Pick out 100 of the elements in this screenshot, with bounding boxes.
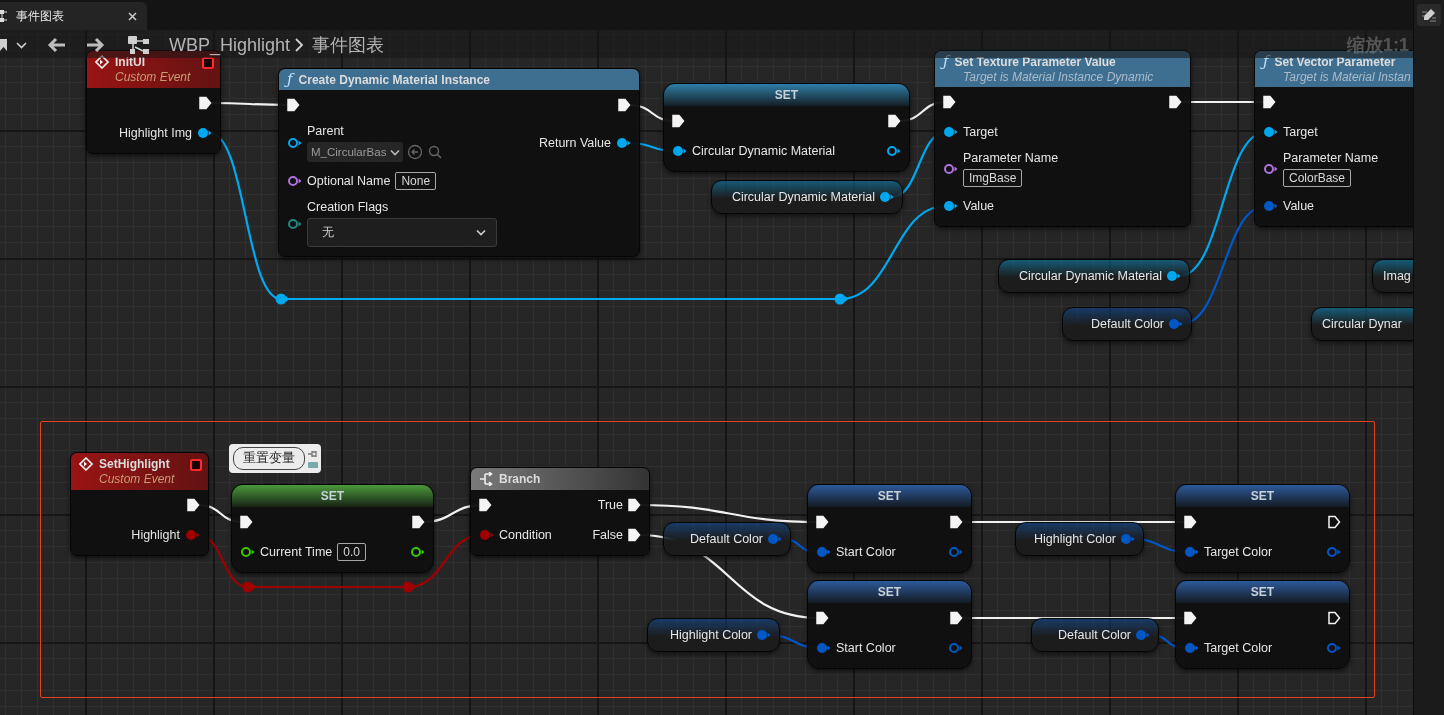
set-node[interactable]: SET Target Color bbox=[1175, 580, 1350, 669]
delegate-pin[interactable] bbox=[190, 459, 202, 471]
caret-icon[interactable] bbox=[16, 41, 27, 49]
set-node[interactable]: SET Start Color bbox=[807, 580, 972, 669]
variable-node[interactable]: Default Color bbox=[1062, 307, 1192, 341]
delegate-pin[interactable] bbox=[202, 57, 214, 69]
exec-pin[interactable] bbox=[816, 515, 829, 529]
exec-pin[interactable] bbox=[950, 515, 963, 529]
variable-node[interactable]: Circular Dynamic Material bbox=[998, 259, 1190, 293]
function-node[interactable]: ƒ Create Dynamic Material Instance Parent M_CircularBas Return Value Optional Name None Creation Flags 无 bbox=[278, 68, 640, 257]
variable-node[interactable]: Imag bbox=[1372, 259, 1413, 293]
exec-pin[interactable] bbox=[628, 498, 641, 512]
breadcrumb-current: 事件图表 bbox=[312, 34, 385, 57]
comment-bubble[interactable]: 重置变量 bbox=[229, 444, 321, 473]
pin-label: Parameter Name bbox=[1283, 151, 1379, 165]
node-title: SET bbox=[877, 585, 902, 599]
exec-pin[interactable] bbox=[672, 114, 685, 128]
exec-pin[interactable] bbox=[479, 498, 492, 512]
data-pin[interactable] bbox=[879, 191, 894, 203]
forward-arrow-icon[interactable] bbox=[85, 37, 105, 53]
variable-node[interactable]: Circular Dynamic Material bbox=[711, 180, 903, 214]
exec-pin[interactable] bbox=[888, 114, 901, 128]
data-pin[interactable] bbox=[287, 137, 302, 149]
exec-pin[interactable] bbox=[1328, 515, 1341, 529]
function-node[interactable]: ƒ Set Texture Parameter Value Target is Material Instance Dynamic Target Parameter Name ImgBase Value bbox=[934, 50, 1191, 227]
exec-pin[interactable] bbox=[816, 611, 829, 625]
data-pin[interactable] bbox=[943, 163, 958, 175]
node-title: InitUI bbox=[115, 55, 145, 69]
data-pin[interactable] bbox=[616, 137, 631, 149]
exec-pin[interactable] bbox=[240, 515, 253, 529]
data-pin[interactable] bbox=[672, 145, 687, 157]
exec-pin[interactable] bbox=[287, 98, 300, 112]
data-pin[interactable] bbox=[287, 217, 302, 230]
exec-pin[interactable] bbox=[618, 98, 631, 112]
text-field[interactable]: ColorBase bbox=[1283, 169, 1352, 187]
data-pin[interactable] bbox=[1263, 163, 1278, 175]
event-node[interactable]: SetHighlight Custom Event Highlight bbox=[70, 452, 209, 556]
pin-label: Value bbox=[963, 199, 995, 213]
pin-label: Highlight Img bbox=[119, 126, 192, 140]
data-pin[interactable] bbox=[410, 546, 425, 558]
exec-pin[interactable] bbox=[943, 95, 956, 109]
exec-pin[interactable] bbox=[1328, 611, 1341, 625]
search-icon[interactable] bbox=[427, 144, 444, 160]
exec-pin[interactable] bbox=[950, 611, 963, 625]
dropdown-field[interactable]: 无 bbox=[307, 218, 497, 247]
set-node[interactable]: SET Circular Dynamic Material bbox=[663, 83, 910, 172]
reroute-node[interactable] bbox=[242, 581, 256, 593]
pin-icon[interactable] bbox=[308, 449, 318, 458]
pin-label: Highlight bbox=[131, 528, 180, 542]
pin-label: Creation Flags bbox=[307, 200, 389, 214]
branch-icon bbox=[479, 472, 493, 486]
text-field[interactable]: None bbox=[395, 172, 437, 190]
comment-frame[interactable] bbox=[40, 421, 1375, 698]
chevron-icon bbox=[294, 37, 305, 53]
branch-node[interactable]: Branch True Condition False bbox=[470, 467, 650, 556]
reroute-node[interactable] bbox=[275, 293, 289, 305]
exec-pin[interactable] bbox=[1169, 95, 1182, 109]
graph-icon bbox=[0, 9, 8, 23]
data-pin[interactable] bbox=[943, 126, 958, 138]
variable-label: Imag bbox=[1383, 269, 1411, 283]
caret-icon bbox=[476, 229, 486, 236]
data-pin[interactable] bbox=[1263, 126, 1278, 138]
edit-button[interactable] bbox=[1417, 4, 1441, 26]
exec-pin[interactable] bbox=[187, 498, 200, 512]
close-icon[interactable] bbox=[128, 11, 137, 21]
data-pin[interactable] bbox=[240, 546, 255, 558]
node-title: SET bbox=[1250, 489, 1275, 503]
variable-node[interactable]: Circular Dynar bbox=[1311, 307, 1413, 341]
node-title: Branch bbox=[499, 472, 541, 486]
back-arrow-icon[interactable] bbox=[47, 37, 67, 53]
reroute-node[interactable] bbox=[402, 581, 416, 593]
text-field[interactable]: ImgBase bbox=[963, 169, 1023, 187]
reroute-node[interactable] bbox=[834, 293, 848, 305]
variable-node[interactable]: Highlight Color bbox=[647, 618, 780, 652]
bookmark-icon[interactable] bbox=[0, 37, 8, 53]
set-node[interactable]: SET Target Color bbox=[1175, 484, 1350, 573]
variable-node[interactable]: Highlight Color bbox=[1015, 522, 1144, 556]
data-pin[interactable] bbox=[1166, 270, 1181, 282]
data-pin[interactable] bbox=[943, 200, 958, 212]
node-title: Set Vector Parameter bbox=[1274, 54, 1396, 69]
variable-label: Default Color bbox=[1058, 628, 1131, 642]
exec-pin[interactable] bbox=[412, 515, 425, 529]
exec-pin[interactable] bbox=[1184, 611, 1197, 625]
variable-node[interactable]: Default Color bbox=[1031, 618, 1159, 652]
data-pin[interactable] bbox=[197, 127, 212, 139]
exec-pin[interactable] bbox=[1184, 515, 1197, 529]
text-field[interactable]: 0.0 bbox=[337, 543, 366, 561]
variable-node[interactable]: Default Color bbox=[663, 522, 791, 556]
data-pin[interactable] bbox=[886, 145, 901, 157]
set-node[interactable]: SET Start Color bbox=[807, 484, 972, 573]
exec-pin[interactable] bbox=[628, 528, 641, 542]
data-pin[interactable] bbox=[287, 175, 302, 187]
exec-pin[interactable] bbox=[1263, 95, 1276, 109]
arrow-circle-icon[interactable] bbox=[407, 144, 424, 160]
pin-label: True bbox=[597, 498, 623, 512]
set-node[interactable]: SET Current Time 0.0 bbox=[231, 484, 434, 573]
graph-tab[interactable]: 事件图表 bbox=[0, 2, 147, 30]
asset-picker[interactable]: M_CircularBas bbox=[307, 142, 404, 162]
exec-pin[interactable] bbox=[199, 96, 212, 110]
graph-icon bbox=[127, 35, 151, 55]
